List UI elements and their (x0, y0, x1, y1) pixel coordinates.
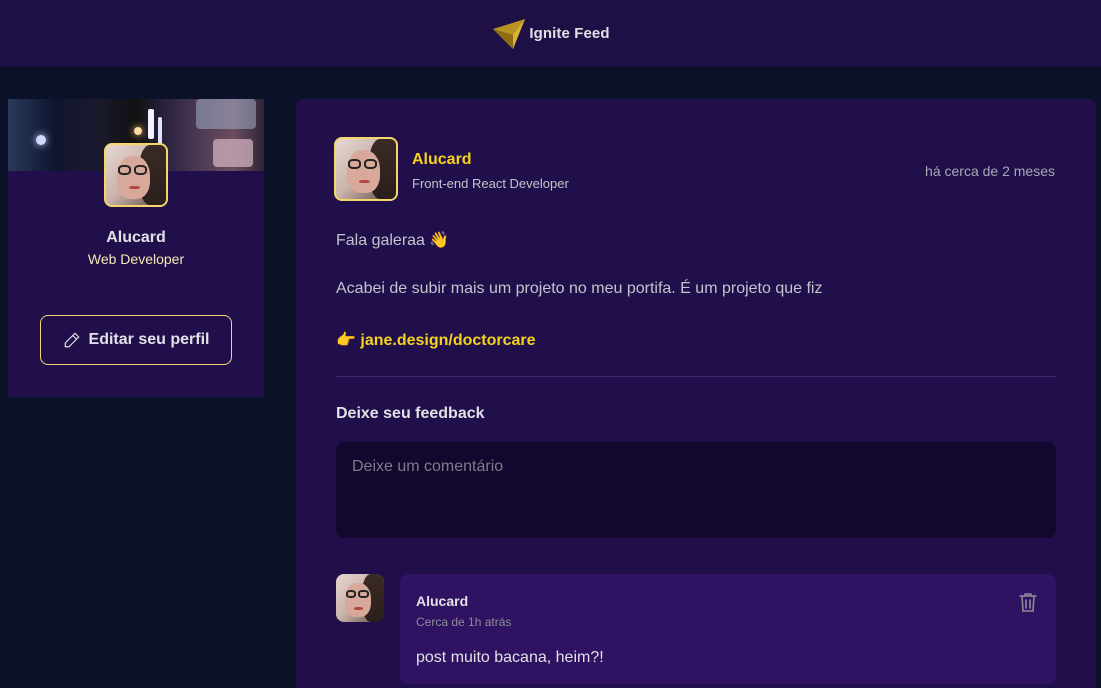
author-name[interactable]: Alucard (412, 151, 472, 169)
feedback-title: Deixe seu feedback (336, 405, 485, 422)
trash-icon (1019, 593, 1037, 612)
comment-text: post muito bacana, heim?! (416, 649, 604, 666)
edit-profile-label: Editar seu perfil (88, 331, 210, 348)
delete-comment-button[interactable] (1016, 590, 1040, 614)
post-link[interactable]: 👉 jane.design/doctorcare (336, 330, 536, 350)
pencil-icon (64, 332, 79, 348)
divider (336, 376, 1056, 377)
post-paragraph: Acabei de subir mais um projeto no meu p… (336, 280, 823, 297)
comment-card: Alucard Cerca de 1h atrás post muito bac… (400, 574, 1056, 684)
post-time: há cerca de 2 meses (925, 163, 1055, 179)
edit-profile-button[interactable]: Editar seu perfil (40, 315, 232, 365)
app-header: Ignite Feed (0, 0, 1101, 67)
profile-role: Web Developer (87, 251, 185, 267)
app-title: Ignite Feed (529, 25, 610, 42)
author-role: Front-end React Developer (412, 176, 569, 191)
comment-time: Cerca de 1h atrás (416, 615, 512, 629)
author-avatar[interactable] (334, 137, 398, 201)
ignite-logo-icon (493, 18, 526, 49)
profile-avatar (104, 143, 168, 207)
post-card: Alucard Front-end React Developer há cer… (296, 99, 1096, 688)
comment-input[interactable] (336, 442, 1056, 538)
post-paragraph: Fala galeraa 👋 (336, 232, 450, 249)
brand[interactable]: Ignite Feed (491, 17, 610, 51)
profile-sidebar: Alucard Web Developer Editar seu perfil (8, 99, 264, 397)
profile-name: Alucard (106, 229, 166, 246)
comment-author: Alucard (416, 593, 469, 609)
comment-avatar (336, 574, 384, 622)
